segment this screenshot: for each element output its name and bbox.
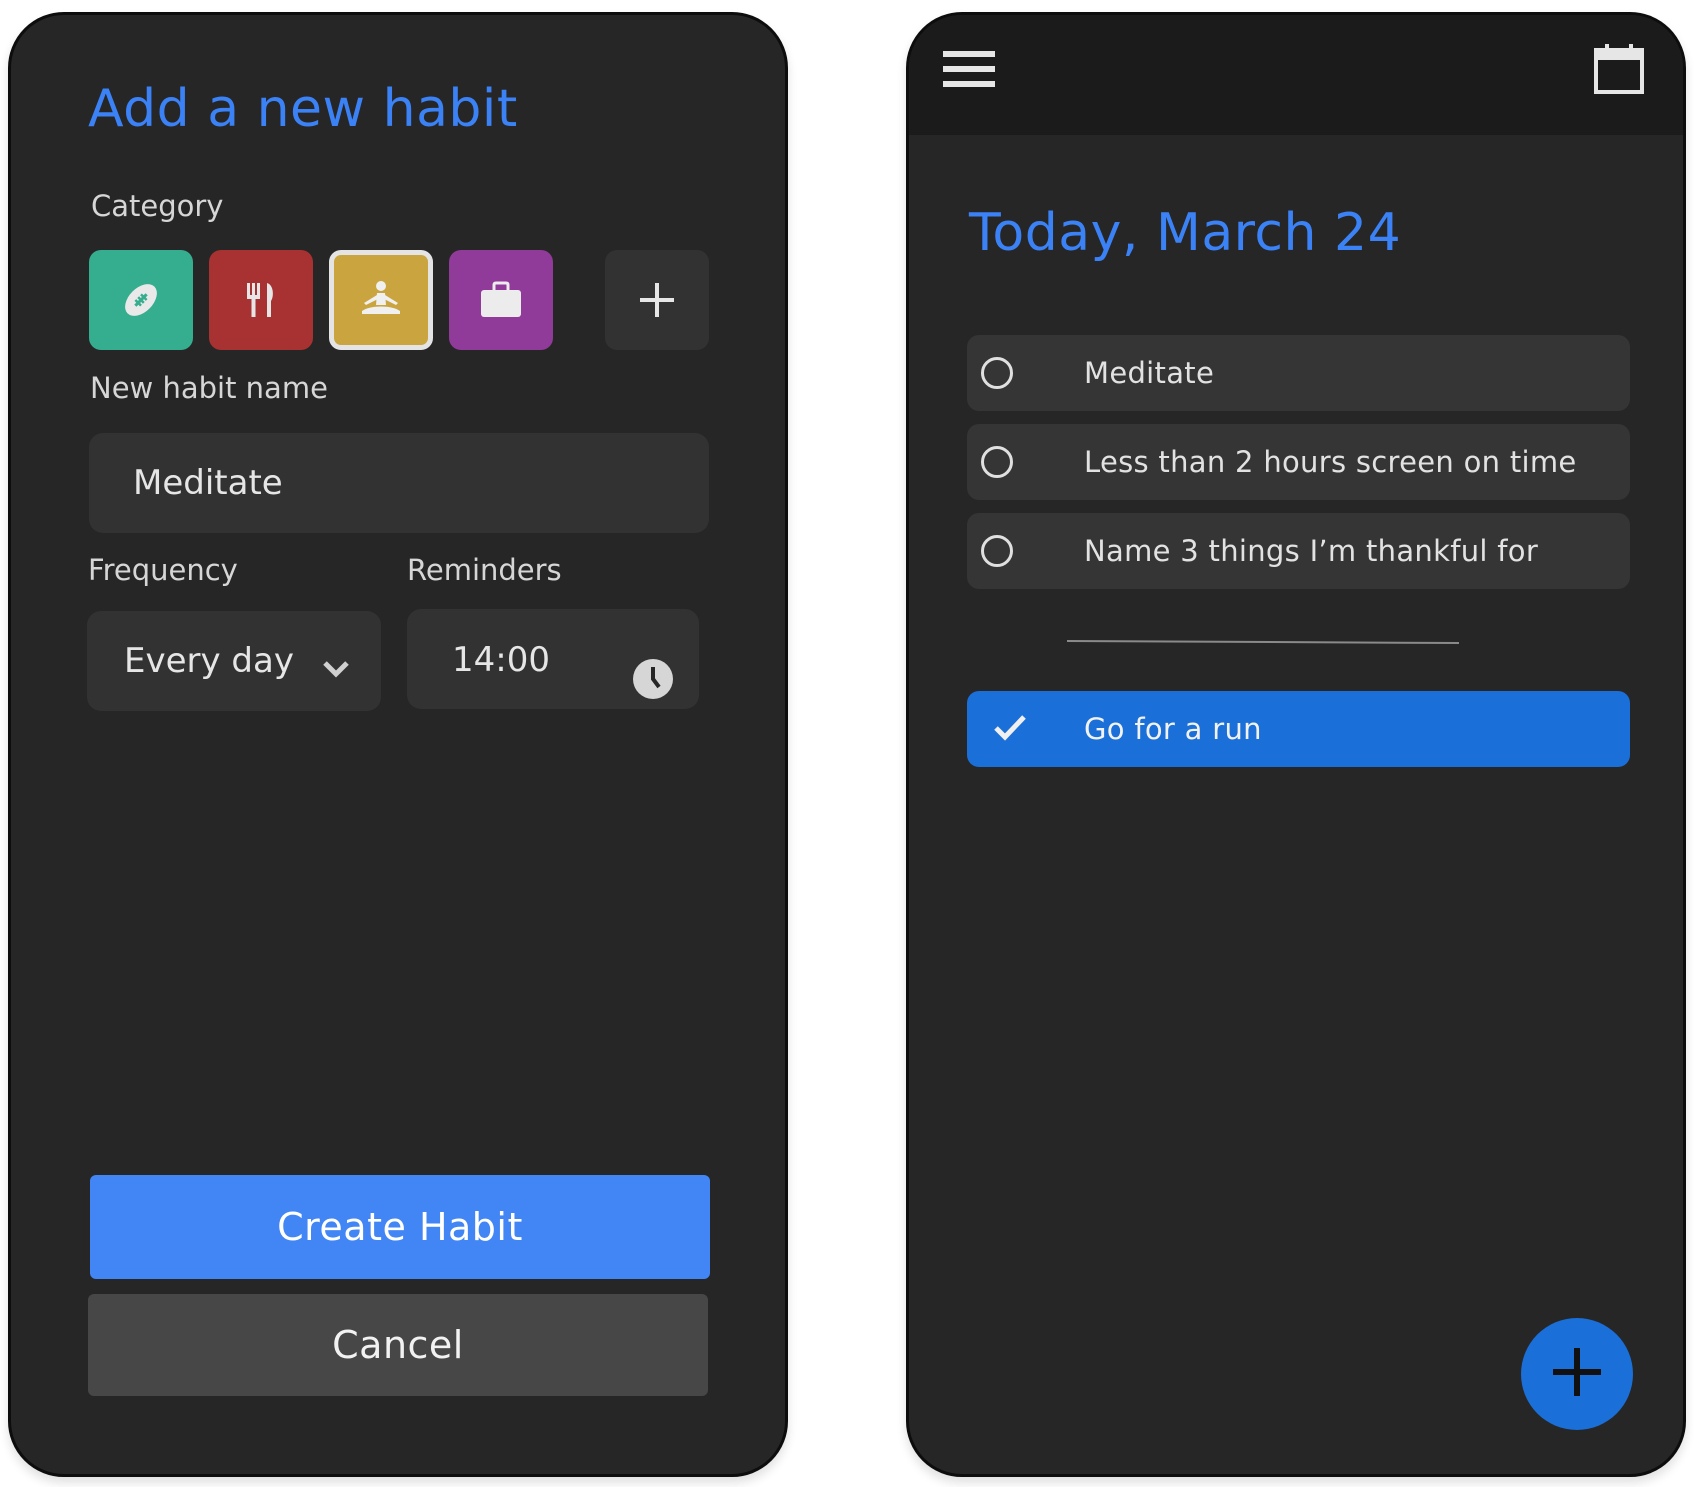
meditation-icon — [356, 277, 406, 323]
chevron-down-icon — [321, 649, 351, 689]
habit-name-input[interactable]: Meditate — [89, 433, 709, 533]
frequency-label: Frequency — [88, 553, 238, 587]
create-habit-button[interactable]: Create Habit — [90, 1175, 710, 1279]
cancel-button[interactable]: Cancel — [88, 1294, 708, 1396]
frequency-select[interactable]: Every day — [87, 611, 381, 711]
habit-item-label: Less than 2 hours screen on time — [1084, 445, 1577, 479]
habit-item-label: Name 3 things I’m thankful for — [1084, 534, 1539, 568]
plus-icon — [637, 280, 677, 320]
habit-item-label: Go for a run — [1084, 712, 1262, 746]
add-habit-screen: Add a new habit Category New habit name … — [8, 12, 788, 1477]
habit-item-run-completed[interactable]: Go for a run — [967, 691, 1630, 767]
calendar-icon[interactable] — [1593, 43, 1645, 99]
fork-knife-icon — [241, 277, 281, 323]
page-title: Add a new habit — [88, 79, 518, 139]
app-bar — [909, 15, 1683, 135]
checkmark-icon[interactable] — [993, 713, 1027, 747]
section-divider — [1066, 639, 1460, 645]
habit-item-screen-time[interactable]: Less than 2 hours screen on time — [967, 424, 1630, 500]
add-category-button[interactable] — [605, 250, 709, 350]
radio-unchecked-icon[interactable] — [981, 357, 1013, 389]
category-sports-button[interactable] — [89, 250, 193, 350]
habit-name-label: New habit name — [90, 371, 328, 405]
radio-unchecked-icon[interactable] — [981, 535, 1013, 567]
add-habit-fab[interactable] — [1521, 1318, 1633, 1430]
frequency-value: Every day — [124, 641, 294, 681]
habit-item-label: Meditate — [1084, 356, 1215, 390]
page-title: Today, March 24 — [969, 203, 1402, 263]
reminders-label: Reminders — [407, 553, 562, 587]
radio-unchecked-icon[interactable] — [981, 446, 1013, 478]
clock-icon[interactable] — [631, 657, 675, 710]
reminder-time-input[interactable]: 14:00 — [407, 609, 699, 709]
today-screen: Today, March 24 Meditate Less than 2 hou… — [906, 12, 1686, 1477]
football-icon — [118, 277, 164, 323]
category-food-button[interactable] — [209, 250, 313, 350]
habit-item-meditate[interactable]: Meditate — [967, 335, 1630, 411]
category-work-button[interactable] — [449, 250, 553, 350]
category-mindfulness-button[interactable] — [329, 250, 433, 350]
habit-item-thankful[interactable]: Name 3 things I’m thankful for — [967, 513, 1630, 589]
hamburger-menu-icon[interactable] — [943, 49, 995, 93]
briefcase-icon — [478, 280, 524, 320]
plus-icon — [1551, 1346, 1603, 1402]
habit-name-value: Meditate — [133, 463, 283, 503]
reminder-time-value: 14:00 — [452, 640, 550, 680]
category-label: Category — [91, 189, 224, 223]
